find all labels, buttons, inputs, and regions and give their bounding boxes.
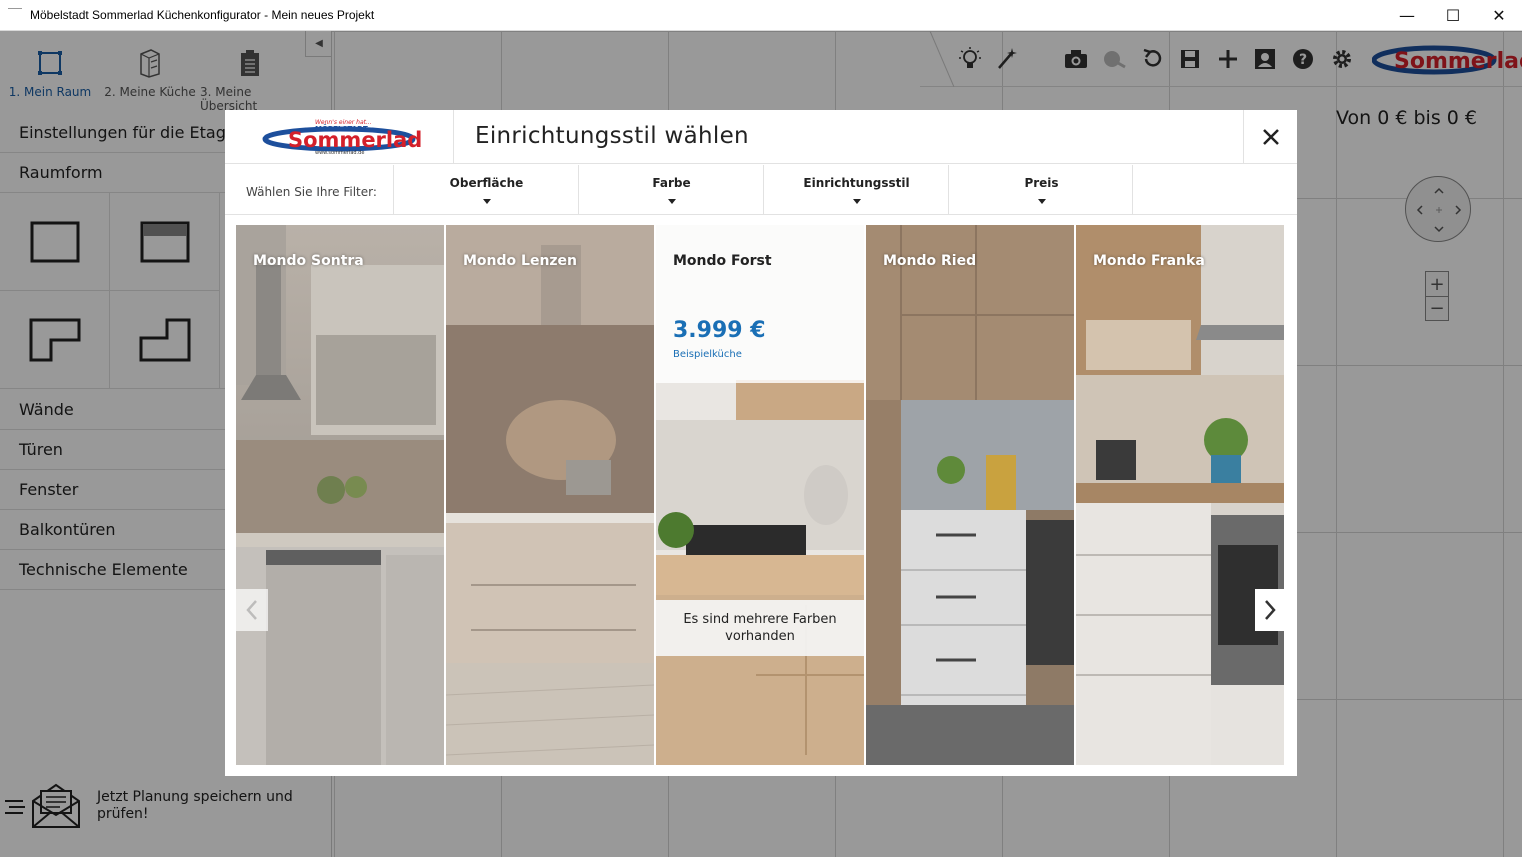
window-titlebar: Möbelstadt Sommerlad Küchenkonfigurator …	[0, 0, 1522, 31]
app-icon	[8, 8, 22, 22]
kitchen-price: 3.999 €	[673, 318, 766, 343]
close-icon	[1262, 129, 1279, 145]
filter-name: Einrichtungsstil	[803, 176, 910, 190]
kitchen-name: Mondo Sontra	[253, 253, 364, 269]
kitchen-name: Mondo Ried	[883, 253, 977, 269]
logo-name: Sommerlad	[288, 128, 422, 152]
filter-surface-dropdown[interactable]: Oberfläche	[393, 165, 578, 215]
kitchen-card-sontra[interactable]: Mondo Sontra	[236, 225, 444, 765]
filter-style-dropdown[interactable]: Einrichtungsstil	[763, 165, 948, 215]
dialog-close-button[interactable]	[1243, 110, 1297, 164]
kitchen-name: Mondo Forst	[673, 253, 772, 269]
dialog-header: Wenn's einer hat... MÖBELSTADT Sommerlad…	[225, 110, 1297, 164]
filter-price-dropdown[interactable]: Preis	[948, 165, 1133, 215]
close-window-button[interactable]: ✕	[1476, 0, 1522, 31]
filter-name: Preis	[1024, 176, 1059, 190]
kitchen-style-carousel: Mondo Sontra Mondo Lenzen Mondo Forst 3.…	[236, 225, 1285, 765]
carousel-prev-button[interactable]	[236, 589, 268, 631]
kitchen-name: Mondo Franka	[1093, 253, 1205, 269]
filter-color-dropdown[interactable]: Farbe	[578, 165, 763, 215]
minimize-button[interactable]: —	[1384, 0, 1430, 31]
filter-label: Wählen Sie Ihre Filter:	[246, 185, 377, 199]
kitchen-photo	[866, 225, 1074, 765]
chevron-down-icon	[483, 199, 491, 204]
style-picker-dialog: Wenn's einer hat... MÖBELSTADT Sommerlad…	[225, 110, 1297, 776]
chevron-right-icon	[1265, 600, 1276, 620]
kitchen-name: Mondo Lenzen	[463, 253, 578, 269]
colors-available-note: Es sind mehrere Farben vorhanden	[656, 600, 864, 656]
chevron-left-icon	[246, 600, 257, 620]
sommerlad-logo: Wenn's einer hat... MÖBELSTADT Sommerlad…	[225, 110, 454, 164]
logo-url: www.sommerlad.de	[315, 150, 364, 156]
price-note: Beispielküche	[673, 349, 742, 360]
kitchen-card-forst[interactable]: Mondo Forst 3.999 € Beispielküche Es sin…	[656, 225, 864, 765]
kitchen-card-lenzen[interactable]: Mondo Lenzen	[446, 225, 654, 765]
filter-name: Oberfläche	[449, 176, 524, 190]
chevron-down-icon	[853, 199, 861, 204]
kitchen-card-ried[interactable]: Mondo Ried	[866, 225, 1074, 765]
filter-bar: Wählen Sie Ihre Filter: Oberfläche Farbe…	[225, 165, 1297, 215]
carousel-next-button[interactable]	[1255, 589, 1285, 631]
dialog-title: Einrichtungsstil wählen	[475, 123, 749, 149]
chevron-down-icon	[1038, 199, 1046, 204]
kitchen-card-franka[interactable]: Mondo Franka	[1076, 225, 1284, 765]
window-controls: — ☐ ✕	[1384, 0, 1522, 31]
chevron-down-icon	[668, 199, 676, 204]
window-title: Möbelstadt Sommerlad Küchenkonfigurator …	[30, 8, 375, 22]
kitchen-photo	[446, 225, 654, 765]
kitchen-photo	[236, 225, 444, 765]
filter-name: Farbe	[652, 176, 691, 190]
kitchen-photo	[1076, 225, 1284, 765]
maximize-button[interactable]: ☐	[1430, 0, 1476, 31]
